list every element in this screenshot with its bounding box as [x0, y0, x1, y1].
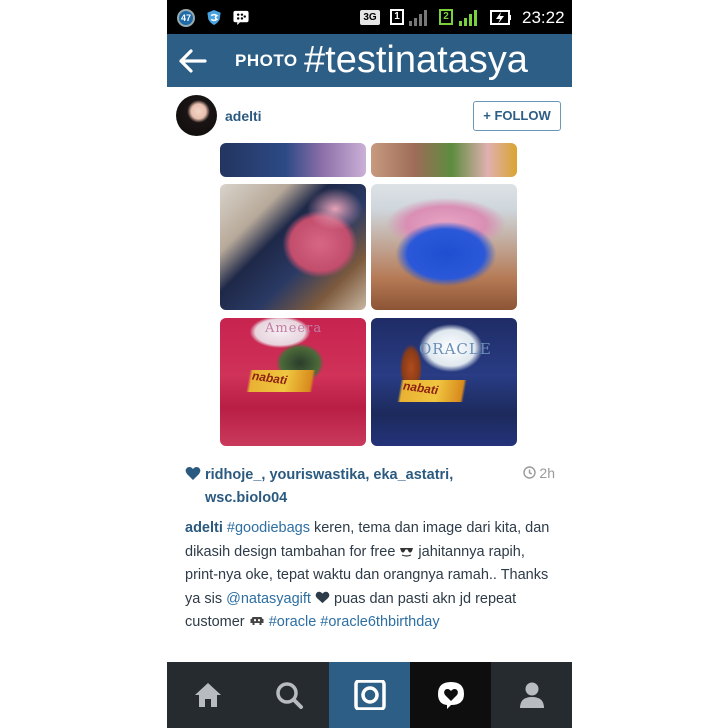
- clock-icon: [523, 466, 537, 479]
- app-header: PHOTO #testinatasya: [167, 34, 572, 87]
- header-section-label: PHOTO: [235, 51, 298, 70]
- collage-photo: [371, 184, 517, 310]
- post-user-bar: adelti + FOLLOW: [167, 87, 572, 143]
- battery-charging-icon: [490, 10, 511, 25]
- heart-icon: [185, 467, 201, 480]
- mention-link[interactable]: @natasyagift: [226, 591, 311, 607]
- collage-photo: [220, 143, 366, 177]
- shield-icon: [207, 9, 221, 26]
- home-icon: [195, 683, 221, 707]
- time-ago-text: 2h: [539, 465, 555, 481]
- post-timestamp: 2h: [523, 465, 555, 481]
- collage-photo: ORACLE nabati: [371, 318, 517, 446]
- bag-print-text: Ameera: [265, 321, 323, 336]
- bottom-navigation: [167, 662, 572, 728]
- space-invader-emoji-icon: [250, 617, 264, 625]
- notification-count-badge: 47: [177, 9, 195, 27]
- likes-list[interactable]: ridhoje_, youriswastika, eka_astatri, ws…: [205, 464, 525, 510]
- bbm-icon: [233, 10, 249, 26]
- hashtag-link[interactable]: #goodiebags: [227, 520, 310, 536]
- collage-photo: [371, 143, 517, 177]
- activity-icon: [438, 682, 464, 709]
- profile-icon: [520, 682, 544, 708]
- heart-icon: [315, 591, 330, 603]
- sim2-icon: 2: [439, 9, 453, 25]
- clock-time: 23:22: [522, 8, 565, 27]
- snack-brand-text: nabati: [251, 368, 289, 388]
- bag-print-text: ORACLE: [419, 340, 492, 358]
- follow-button[interactable]: + FOLLOW: [473, 101, 561, 131]
- collage-photo: Ameera nabati: [220, 318, 366, 446]
- network-type-label: 3G: [360, 10, 380, 25]
- post-caption: adelti #goodiebags keren, tema dan image…: [185, 517, 555, 635]
- hashtag-link[interactable]: #oracle6thbirthday: [320, 614, 439, 630]
- signal-icon: [409, 10, 427, 26]
- collage-photo: [220, 184, 366, 310]
- post-username[interactable]: adelti: [225, 108, 262, 124]
- nav-search[interactable]: [248, 662, 329, 728]
- camera-icon: [354, 680, 386, 710]
- nav-home[interactable]: [167, 662, 248, 728]
- sim1-icon: 1: [390, 9, 404, 25]
- hashtag-link[interactable]: #oracle: [269, 614, 317, 630]
- post-content: Ameera nabati ORACLE nabati adelti + FOL…: [167, 87, 572, 671]
- status-bar: 47 3G 1 2 23:22: [167, 0, 572, 34]
- page-title: #testinatasya: [304, 39, 528, 81]
- avatar[interactable]: [176, 95, 217, 136]
- sunglasses-emoji-icon: [400, 547, 414, 557]
- snack-brand-text: nabati: [402, 378, 440, 398]
- nav-profile[interactable]: [491, 662, 572, 728]
- signal-icon: [459, 10, 477, 26]
- search-icon: [276, 682, 303, 709]
- caption-username[interactable]: adelti: [185, 520, 223, 536]
- nav-camera[interactable]: [329, 662, 410, 728]
- nav-activity[interactable]: [410, 662, 491, 728]
- phone-screen: 47 3G 1 2 23:22 PHOTO #testinatasya Amee…: [167, 0, 572, 728]
- back-arrow-icon[interactable]: [177, 46, 209, 76]
